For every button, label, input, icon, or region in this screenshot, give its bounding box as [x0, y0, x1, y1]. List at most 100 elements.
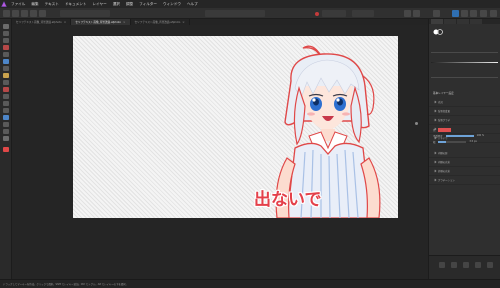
persona-export-icon[interactable]	[39, 10, 46, 17]
more-icon[interactable]	[490, 10, 497, 17]
canvas-area[interactable]: 出ないで	[12, 25, 428, 279]
crop-tool-icon[interactable]	[3, 52, 9, 57]
flood-fill-tool-icon[interactable]	[3, 73, 9, 78]
menu-layer[interactable]: レイヤー	[89, 0, 109, 8]
toolbar	[0, 8, 500, 19]
document-canvas[interactable]: 出ないで	[73, 36, 398, 218]
brush-tool-icon[interactable]	[3, 45, 9, 50]
brush-settings-icon[interactable]	[470, 10, 477, 17]
document-tab-label: セリフテキスト画像_背景透過.afphoto	[16, 21, 62, 24]
studio-toggle-icon[interactable]	[452, 10, 459, 17]
fill-color-icon[interactable]	[433, 29, 443, 35]
menu-adjust[interactable]: 調整	[123, 0, 136, 8]
alignment-icon[interactable]	[404, 10, 411, 17]
selection-tool-icon[interactable]	[3, 59, 9, 64]
tab-brushes[interactable]	[470, 19, 482, 24]
tab-stroke[interactable]	[457, 19, 469, 24]
primary-color-swatch[interactable]	[3, 147, 9, 152]
effect-item[interactable]: 内側の影	[429, 149, 500, 158]
stroke-opacity-value: 100 %	[476, 134, 485, 137]
persona-develop-icon[interactable]	[21, 10, 28, 17]
mask-icon[interactable]	[451, 262, 457, 268]
app-logo-icon[interactable]	[0, 0, 8, 8]
opacity-slider[interactable]	[431, 49, 498, 55]
close-icon[interactable]: ×	[64, 20, 67, 24]
guide-handle-icon[interactable]	[415, 122, 418, 125]
paint-brush-tool-icon[interactable]	[3, 87, 9, 92]
account-icon[interactable]	[480, 10, 487, 17]
effect-label: グラデーション	[438, 179, 455, 182]
stroke-color-swatch[interactable]	[438, 127, 452, 132]
trash-icon[interactable]	[487, 262, 493, 268]
stroke-width-label: 幅	[433, 140, 436, 144]
stroke-width-row[interactable]: 幅 3.5 px	[433, 139, 477, 144]
effect-label: 内側の光彩	[438, 161, 450, 164]
stroke-width-value: 3.5 px	[469, 140, 477, 143]
assistant-icon[interactable]	[433, 10, 440, 17]
zoom-tool-icon[interactable]	[3, 38, 9, 43]
close-icon[interactable]: ×	[182, 20, 185, 24]
view-tool-icon[interactable]	[3, 31, 9, 36]
menu-document[interactable]: ドキュメント	[62, 0, 90, 8]
effect-item[interactable]: 背景色変更	[429, 107, 500, 116]
color-ramp[interactable]	[431, 59, 498, 65]
effect-label: 内側の影	[438, 152, 448, 155]
shape-tool-icon[interactable]	[3, 129, 9, 134]
clone-tool-icon[interactable]	[3, 108, 9, 113]
stroke-color-row[interactable]: 色	[433, 127, 452, 132]
gradient-tool-icon[interactable]	[3, 80, 9, 85]
tab-swatches[interactable]	[444, 19, 456, 24]
status-bar: ドラッグしてマーキーを作成。クリックで選択。Shift でレイヤー追加。Ctrl…	[0, 279, 500, 288]
add-layer-icon[interactable]	[439, 262, 445, 268]
persona-tonemap-icon[interactable]	[30, 10, 37, 17]
chevron-right-icon	[433, 118, 437, 122]
opacity-slider-fill	[445, 134, 474, 137]
chevron-right-icon	[433, 151, 437, 155]
width-slider-track[interactable]	[438, 140, 467, 143]
persona-photo-icon[interactable]	[3, 10, 10, 17]
status-text: ドラッグしてマーキーを作成。クリックで選択。Shift でレイヤー追加。Ctrl…	[3, 283, 128, 286]
menu-select[interactable]: 選択	[110, 0, 123, 8]
effect-label: 背景グラデ	[438, 119, 450, 122]
slider-track	[431, 76, 498, 78]
persona-liquify-icon[interactable]	[12, 10, 19, 17]
node-tool-icon[interactable]	[3, 122, 9, 127]
group-icon[interactable]	[475, 262, 481, 268]
chevron-right-icon	[433, 169, 437, 173]
close-icon[interactable]: ×	[123, 20, 126, 24]
dodge-tool-icon[interactable]	[3, 101, 9, 106]
menu-edit[interactable]: 編集	[28, 0, 41, 8]
pen-tool-icon[interactable]	[3, 115, 9, 120]
menu-bar: ファイル 編集 テキスト ドキュメント レイヤー 選択 調整 フィルター ウィン…	[0, 0, 500, 8]
stroke-opacity-row[interactable]: 不透明度 100 %	[433, 133, 484, 138]
menu-text[interactable]: テキスト	[42, 0, 62, 8]
menu-window[interactable]: ウィンドウ	[160, 0, 184, 8]
opacity-slider-track[interactable]	[445, 134, 474, 137]
view-mode-group[interactable]	[205, 10, 265, 17]
effect-item[interactable]: 背景グラデ	[429, 116, 500, 125]
freehand-tool-icon[interactable]	[3, 66, 9, 71]
menu-filter[interactable]: フィルター	[136, 0, 160, 8]
record-icon[interactable]	[315, 11, 319, 16]
fx-icon[interactable]	[463, 262, 469, 268]
effect-item[interactable]: 内側の光彩	[429, 158, 500, 167]
move-tool-icon[interactable]	[3, 24, 9, 29]
arrange-group[interactable]	[352, 10, 374, 17]
text-tool-icon[interactable]	[3, 136, 9, 141]
right-panel: 基本レイヤー設定 光沢 背景色変更 背景グラデ 輪郭線 シャドウ 色 不透明度 …	[428, 19, 500, 279]
menu-file[interactable]: ファイル	[8, 0, 28, 8]
erase-tool-icon[interactable]	[3, 94, 9, 99]
effect-item[interactable]: グラデーション	[429, 176, 500, 185]
snapping-group[interactable]	[322, 10, 346, 17]
tab-color[interactable]	[431, 19, 443, 24]
caption-text[interactable]: 出ないで	[254, 185, 322, 210]
slider-track	[431, 51, 498, 53]
layer-effects-list-2: 内側の影 内側の光彩 外側の光彩 グラデーション	[429, 149, 500, 185]
context-toolbar[interactable]	[60, 10, 110, 17]
transform-icon[interactable]	[413, 10, 420, 17]
menu-help[interactable]: ヘルプ	[184, 0, 201, 8]
effect-item[interactable]: 外側の光彩	[429, 167, 500, 176]
hue-slider[interactable]	[431, 74, 498, 80]
color-picker-icon[interactable]	[461, 10, 468, 17]
effect-item[interactable]: 光沢	[429, 98, 500, 107]
